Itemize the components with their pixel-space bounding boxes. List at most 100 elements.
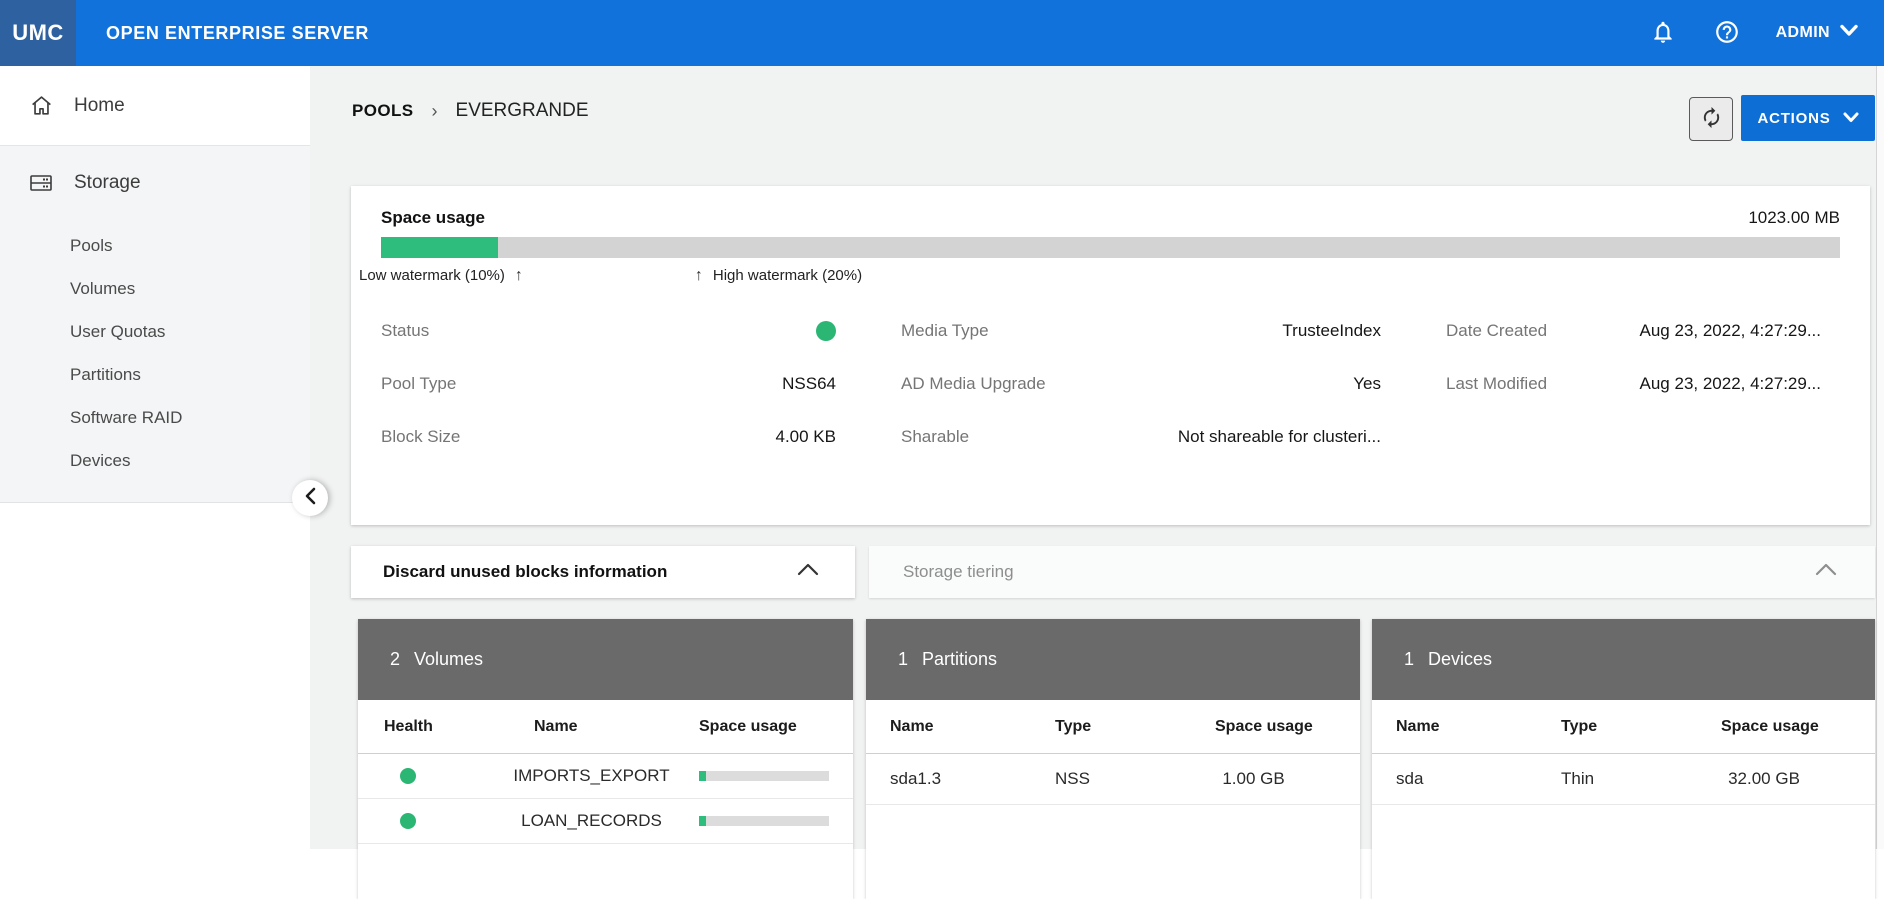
table-row-partition-sda1-3[interactable]: sda1.3 NSS 1.00 GB	[866, 754, 1360, 805]
discard-blocks-accordion[interactable]: Discard unused blocks information	[351, 546, 855, 598]
discard-blocks-title: Discard unused blocks information	[383, 562, 667, 582]
device-type: Thin	[1561, 769, 1721, 789]
volume-space-usage-fill	[699, 771, 706, 781]
detail-last-modified: Last Modified Aug 23, 2022, 4:27:29...	[1446, 368, 1821, 399]
devices-column-headers: Name Type Space usage	[1372, 700, 1875, 754]
ad-media-value: Yes	[1353, 374, 1381, 394]
partitions-title: Partitions	[922, 649, 997, 670]
volumes-table-header: 2 Volumes	[358, 619, 853, 700]
breadcrumb-pools-link[interactable]: POOLS	[352, 101, 414, 121]
detail-status: Status	[381, 315, 836, 346]
help-button[interactable]	[1712, 18, 1742, 48]
media-type-label: Media Type	[901, 321, 989, 341]
devices-table: Name Type Space usage sda Thin 32.00 GB	[1372, 700, 1875, 805]
col-type: Type	[1561, 718, 1721, 736]
chevron-left-icon	[304, 487, 316, 510]
chevron-down-icon	[1843, 110, 1859, 127]
col-health: Health	[384, 718, 484, 736]
date-created-label: Date Created	[1446, 321, 1547, 341]
block-size-label: Block Size	[381, 427, 460, 447]
sidebar-collapse-button[interactable]	[292, 480, 328, 516]
table-row-device-sda[interactable]: sda Thin 32.00 GB	[1372, 754, 1875, 805]
storage-tiering-accordion[interactable]: Storage tiering	[869, 546, 1875, 598]
low-watermark-label: Low watermark (10%)	[359, 267, 505, 285]
actions-button-label: ACTIONS	[1757, 110, 1830, 127]
umc-logo-text: UMC	[12, 20, 64, 46]
pool-details-grid: Status Media Type TrusteeIndex Date Crea…	[381, 315, 1840, 452]
status-healthy-dot	[816, 321, 836, 341]
sidebar-storage-subitems: Pools Volumes User Quotas Partitions Sof…	[0, 220, 310, 488]
sidebar-item-partitions[interactable]: Partitions	[0, 353, 310, 396]
sidebar-home-label: Home	[74, 95, 125, 117]
table-row-volume-loan-records[interactable]: LOAN_RECORDS	[358, 799, 853, 844]
product-title: OPEN ENTERPRISE SERVER	[106, 23, 369, 44]
col-space-usage: Space usage	[1721, 718, 1851, 736]
umc-logo[interactable]: UMC	[0, 0, 76, 66]
volumes-column-headers: Health Name Space usage	[358, 700, 853, 754]
storage-icon	[28, 171, 54, 195]
help-icon	[1714, 19, 1740, 48]
last-modified-value: Aug 23, 2022, 4:27:29...	[1640, 374, 1821, 394]
sharable-label: Sharable	[901, 427, 969, 447]
sidebar-item-user-quotas[interactable]: User Quotas	[0, 310, 310, 353]
high-watermark: ↑ High watermark (20%)	[695, 267, 862, 285]
partition-name: sda1.3	[890, 769, 1055, 789]
media-type-value: TrusteeIndex	[1282, 321, 1381, 341]
col-space-usage: Space usage	[1215, 718, 1336, 736]
topbar-right: ADMIN	[1648, 18, 1884, 48]
detail-pool-type: Pool Type NSS64	[381, 368, 836, 399]
sidebar-item-pools[interactable]: Pools	[0, 224, 310, 267]
devices-title: Devices	[1428, 649, 1492, 670]
volumes-count: 2	[390, 649, 400, 670]
home-icon	[28, 93, 54, 118]
refresh-button[interactable]	[1689, 97, 1733, 141]
volume-name: IMPORTS_EXPORT	[484, 766, 699, 786]
partitions-column-headers: Name Type Space usage	[866, 700, 1360, 754]
high-watermark-label: High watermark (20%)	[713, 267, 862, 285]
volume-name: LOAN_RECORDS	[484, 811, 699, 831]
up-arrow-icon: ↑	[695, 267, 703, 285]
bell-icon	[1650, 19, 1676, 48]
space-usage-fill	[381, 237, 498, 258]
health-ok-dot	[400, 768, 416, 784]
detail-date-created: Date Created Aug 23, 2022, 4:27:29...	[1446, 315, 1821, 346]
sidebar: Home Storage Pools Volumes User Quotas P…	[0, 66, 310, 849]
detail-empty-cell	[1446, 421, 1821, 452]
sidebar-item-volumes[interactable]: Volumes	[0, 267, 310, 310]
col-name: Name	[890, 718, 1055, 736]
volumes-table: Health Name Space usage IMPORTS_EXPORT L…	[358, 700, 853, 844]
health-ok-dot	[400, 813, 416, 829]
col-name: Name	[484, 718, 699, 736]
volume-space-usage-fill	[699, 816, 706, 826]
partition-space-usage: 1.00 GB	[1215, 769, 1336, 789]
pool-type-label: Pool Type	[381, 374, 456, 394]
space-usage-label: Space usage	[381, 208, 485, 228]
detail-media-type: Media Type TrusteeIndex	[901, 315, 1381, 346]
last-modified-label: Last Modified	[1446, 374, 1547, 394]
chevron-up-icon	[1815, 563, 1837, 581]
sidebar-item-home[interactable]: Home	[0, 66, 310, 146]
vertical-scrollbar[interactable]	[1876, 66, 1884, 849]
notifications-button[interactable]	[1648, 18, 1678, 48]
chevron-up-icon	[797, 563, 819, 581]
block-size-value: 4.00 KB	[776, 427, 837, 447]
sidebar-item-software-raid[interactable]: Software RAID	[0, 396, 310, 439]
actions-button[interactable]: ACTIONS	[1741, 95, 1875, 141]
sidebar-storage-label: Storage	[74, 172, 141, 194]
partitions-table-header: 1 Partitions	[866, 619, 1360, 700]
user-menu[interactable]: ADMIN	[1776, 24, 1858, 42]
table-row-volume-imports-export[interactable]: IMPORTS_EXPORT	[358, 754, 853, 799]
detail-sharable: Sharable Not shareable for clusteri...	[901, 421, 1381, 452]
up-arrow-icon: ↑	[515, 267, 523, 285]
breadcrumb-current: EVERGRANDE	[456, 100, 589, 122]
devices-count: 1	[1404, 649, 1414, 670]
chevron-down-icon	[1840, 24, 1858, 42]
space-usage-header: Space usage 1023.00 MB	[381, 208, 1840, 228]
space-usage-bar	[381, 237, 1840, 258]
col-space-usage: Space usage	[699, 718, 827, 736]
sidebar-item-devices[interactable]: Devices	[0, 439, 310, 482]
partitions-count: 1	[898, 649, 908, 670]
sidebar-item-storage[interactable]: Storage	[0, 146, 310, 220]
breadcrumb: POOLS › EVERGRANDE	[352, 100, 589, 122]
sharable-value: Not shareable for clusteri...	[1178, 427, 1381, 447]
